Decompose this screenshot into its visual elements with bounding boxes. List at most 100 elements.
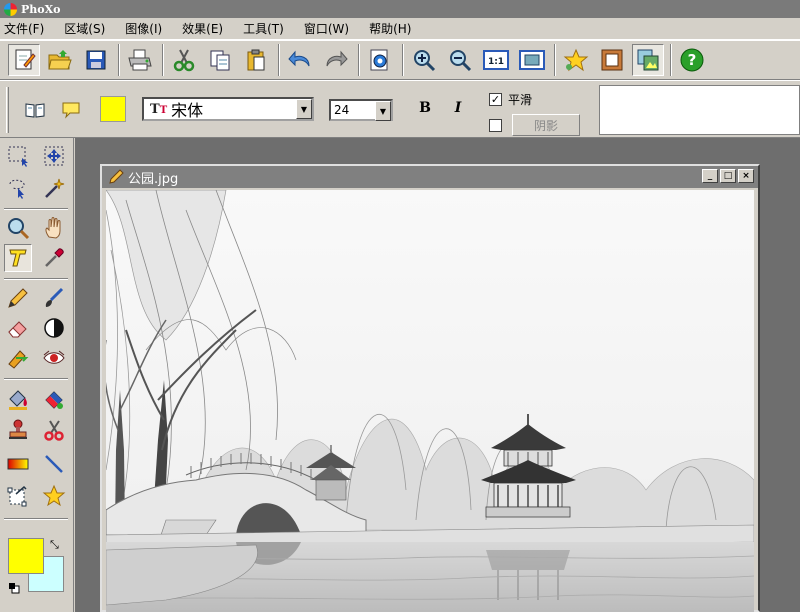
paste-button[interactable] bbox=[240, 44, 272, 76]
font-family-value: 宋体 bbox=[171, 101, 204, 120]
print-button[interactable] bbox=[124, 44, 156, 76]
line-tool[interactable] bbox=[40, 450, 68, 478]
undo-arrow-icon bbox=[288, 50, 310, 67]
font-size-value: 24 bbox=[334, 103, 350, 117]
star-shape-icon bbox=[42, 484, 66, 507]
shadow-button[interactable]: 阴影 bbox=[512, 114, 580, 136]
size-dropdown-arrow-icon[interactable]: ▼ bbox=[375, 101, 391, 121]
toolbar-separator bbox=[402, 44, 404, 76]
text-color-swatch[interactable] bbox=[100, 96, 126, 122]
red-eye-tool[interactable] bbox=[40, 344, 68, 372]
pencil-icon bbox=[8, 288, 28, 308]
palette-separator bbox=[4, 208, 68, 210]
transform-icon bbox=[7, 485, 27, 507]
gradient-icon bbox=[7, 458, 29, 470]
scissors-red-icon bbox=[44, 420, 64, 441]
menu-file[interactable]: 文件(F) bbox=[4, 20, 44, 37]
paint-bucket-icon bbox=[9, 390, 27, 410]
favorites-button[interactable] bbox=[560, 44, 592, 76]
undo-button[interactable] bbox=[284, 44, 316, 76]
minimize-button[interactable]: _ bbox=[702, 169, 718, 183]
redo-button[interactable] bbox=[320, 44, 352, 76]
gradient-tool[interactable] bbox=[4, 450, 32, 478]
help-button[interactable]: ? bbox=[676, 44, 708, 76]
shadow-checkbox[interactable] bbox=[489, 119, 502, 132]
frame-button[interactable] bbox=[596, 44, 628, 76]
menu-help[interactable]: 帮助(H) bbox=[369, 20, 411, 37]
fill-bucket-tool[interactable] bbox=[4, 386, 32, 414]
copy-button[interactable] bbox=[204, 44, 236, 76]
image-canvas[interactable] bbox=[106, 190, 754, 612]
bold-button[interactable]: B bbox=[416, 100, 434, 120]
font-size-select[interactable]: 24 ▼ bbox=[329, 99, 393, 121]
save-button[interactable] bbox=[80, 44, 112, 76]
maximize-button[interactable]: □ bbox=[720, 169, 736, 183]
printer-icon bbox=[128, 49, 152, 71]
smooth-checkbox[interactable]: ✓ bbox=[489, 93, 502, 106]
brush-tool[interactable] bbox=[40, 284, 68, 312]
clip-tool[interactable] bbox=[40, 416, 68, 444]
reset-colors-icon[interactable] bbox=[8, 582, 20, 594]
text-t-icon bbox=[9, 249, 27, 267]
text-tool[interactable] bbox=[4, 244, 32, 272]
lasso-select-tool[interactable] bbox=[4, 174, 32, 202]
pencil-tool[interactable] bbox=[4, 284, 32, 312]
gear-document-icon bbox=[370, 49, 388, 71]
font-dropdown-arrow-icon[interactable]: ▼ bbox=[296, 99, 312, 119]
move-region-tool[interactable] bbox=[40, 142, 68, 170]
eyedropper-tool[interactable] bbox=[40, 244, 68, 272]
menu-window[interactable]: 窗口(W) bbox=[304, 20, 349, 37]
batch-process-button[interactable] bbox=[364, 44, 396, 76]
actual-size-button[interactable]: 1:1 bbox=[480, 44, 512, 76]
stamp-tool[interactable] bbox=[4, 416, 32, 444]
magic-wand-tool[interactable] bbox=[40, 174, 68, 202]
clone-stamp-tool[interactable] bbox=[4, 344, 32, 372]
zoom-in-button[interactable] bbox=[408, 44, 440, 76]
smooth-label: 平滑 bbox=[508, 93, 533, 107]
menu-effects[interactable]: 效果(E) bbox=[182, 20, 223, 37]
browser-button[interactable] bbox=[632, 44, 664, 76]
foreground-color-swatch[interactable] bbox=[8, 538, 44, 574]
toolbar-separator bbox=[162, 44, 164, 76]
park-sketch-image bbox=[106, 190, 754, 612]
hand-tool[interactable] bbox=[40, 214, 68, 242]
clone-icon bbox=[8, 350, 29, 369]
italic-button[interactable]: I bbox=[449, 100, 467, 120]
fit-window-button[interactable] bbox=[516, 44, 548, 76]
color-replace-tool[interactable] bbox=[40, 386, 68, 414]
palette-separator bbox=[4, 378, 68, 380]
rect-select-tool[interactable] bbox=[4, 142, 32, 170]
zoom-tool[interactable] bbox=[4, 214, 32, 242]
swap-colors-icon[interactable]: ⤡ bbox=[50, 538, 59, 552]
document-title-bar[interactable]: 公园.jpg _ □ × bbox=[102, 166, 758, 188]
menu-region[interactable]: 区域(S) bbox=[64, 20, 105, 37]
magic-wand-icon bbox=[45, 178, 65, 198]
paste-clipboard-icon bbox=[247, 49, 265, 71]
document-window: 公园.jpg _ □ × bbox=[100, 164, 760, 612]
truetype-font-icon: TT bbox=[150, 101, 168, 117]
eyedropper-icon bbox=[45, 248, 64, 267]
toolbar-separator bbox=[278, 44, 280, 76]
toolbar-grip[interactable] bbox=[6, 87, 9, 133]
zoom-out-button[interactable] bbox=[444, 44, 476, 76]
close-button[interactable]: × bbox=[738, 169, 754, 183]
app-logo-icon bbox=[4, 2, 17, 16]
magnifier-icon bbox=[8, 218, 30, 240]
contrast-tool[interactable] bbox=[40, 314, 68, 342]
menu-image[interactable]: 图像(I) bbox=[125, 20, 162, 37]
open-file-button[interactable] bbox=[44, 44, 76, 76]
eye-icon bbox=[43, 350, 65, 364]
open-folder-icon bbox=[48, 50, 72, 70]
text-library-button[interactable] bbox=[24, 99, 46, 121]
transform-tool[interactable] bbox=[4, 482, 32, 510]
svg-text:?: ? bbox=[688, 51, 697, 69]
shape-star-tool[interactable] bbox=[40, 482, 68, 510]
new-file-button[interactable] bbox=[8, 44, 40, 76]
toolbar-separator bbox=[358, 44, 360, 76]
eraser-tool[interactable] bbox=[4, 314, 32, 342]
menu-tools[interactable]: 工具(T) bbox=[243, 20, 284, 37]
font-family-select[interactable]: TT 宋体 ▼ bbox=[142, 97, 314, 121]
cut-button[interactable] bbox=[168, 44, 200, 76]
star-icon bbox=[563, 48, 589, 72]
speech-bubble-button[interactable] bbox=[60, 99, 82, 121]
